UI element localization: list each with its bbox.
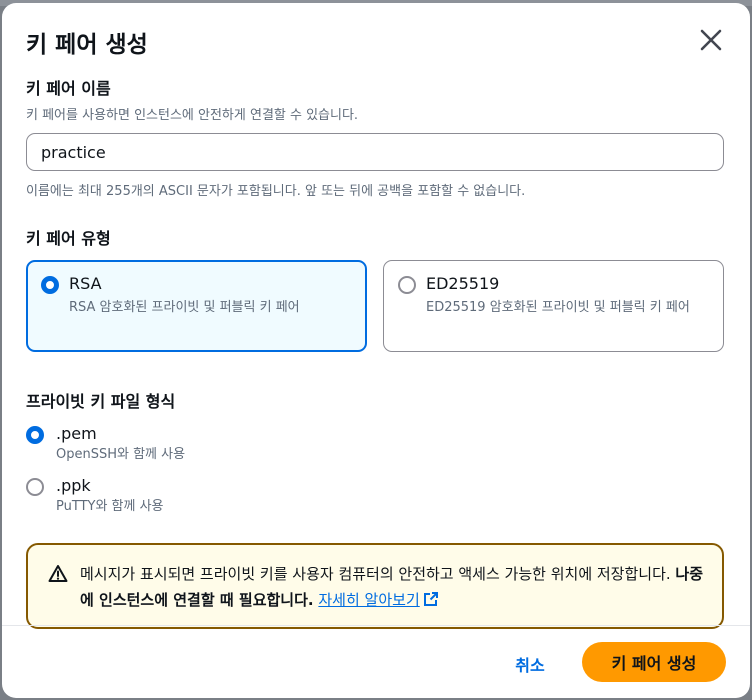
private-key-format-label: 프라이빗 키 파일 형식 — [26, 392, 176, 411]
key-pair-name-hint: 이름에는 최대 255개의 ASCII 문자가 포함됩니다. 앞 또는 뒤에 공… — [26, 184, 526, 199]
dialog-title: 키 페어 생성 — [26, 32, 148, 58]
pem-radio[interactable] — [26, 426, 44, 444]
key-pair-name-description: 키 페어를 사용하면 인스턴스에 안전하게 연결할 수 있습니다. — [26, 108, 359, 123]
key-pair-name-value: practice — [41, 142, 106, 162]
format-option-ppk[interactable]: .ppk PuTTY와 함께 사용 — [26, 476, 724, 516]
key-pair-name-label: 키 페어 이름 — [26, 79, 111, 98]
rsa-description: RSA 암호화된 프라이빗 및 퍼블릭 키 페어 — [69, 300, 300, 315]
key-pair-type-tiles: RSA RSA 암호화된 프라이빗 및 퍼블릭 키 페어 ED25519 ED2… — [26, 260, 724, 352]
format-option-pem[interactable]: .pem OpenSSH와 함께 사용 — [26, 424, 724, 464]
footer-divider — [2, 625, 750, 626]
alert-text: 메시지가 표시되면 프라이빗 키를 사용자 컴퓨터의 안전하고 액세스 가능한 … — [80, 565, 676, 583]
ed25519-title: ED25519 — [426, 274, 500, 293]
learn-more-link[interactable]: 자세히 알아보기 — [318, 591, 438, 609]
alert-message: 메시지가 표시되면 프라이빗 키를 사용자 컴퓨터의 안전하고 액세스 가능한 … — [80, 561, 704, 613]
rsa-radio[interactable] — [41, 276, 59, 294]
ppk-description: PuTTY와 함께 사용 — [56, 499, 164, 514]
ed25519-description: ED25519 암호화된 프라이빗 및 퍼블릭 키 페어 — [426, 300, 690, 315]
ppk-title: .ppk — [56, 476, 91, 495]
ppk-radio[interactable] — [26, 478, 44, 496]
rsa-title: RSA — [69, 274, 102, 293]
close-button[interactable] — [696, 25, 726, 55]
key-pair-name-input[interactable]: practice — [26, 133, 724, 171]
ed25519-radio[interactable] — [398, 276, 416, 294]
create-key-pair-dialog: 키 페어 생성 키 페어 이름 키 페어를 사용하면 인스턴스에 안전하게 연결… — [2, 3, 750, 698]
create-key-pair-button[interactable]: 키 페어 생성 — [582, 642, 726, 682]
pem-description: OpenSSH와 함께 사용 — [56, 447, 186, 462]
external-link-icon — [423, 592, 438, 606]
close-icon — [700, 29, 722, 51]
key-type-tile-rsa[interactable]: RSA RSA 암호화된 프라이빗 및 퍼블릭 키 페어 — [26, 260, 367, 352]
warning-icon — [48, 565, 68, 582]
pem-title: .pem — [56, 424, 97, 443]
dialog-header: 키 페어 생성 — [26, 21, 730, 61]
learn-more-label: 자세히 알아보기 — [318, 591, 420, 609]
key-pair-type-label: 키 페어 유형 — [26, 229, 111, 248]
cancel-button[interactable]: 취소 — [495, 645, 565, 683]
warning-alert: 메시지가 표시되면 프라이빗 키를 사용자 컴퓨터의 안전하고 액세스 가능한 … — [26, 543, 724, 629]
key-type-tile-ed25519[interactable]: ED25519 ED25519 암호화된 프라이빗 및 퍼블릭 키 페어 — [383, 260, 724, 352]
dialog-content: 키 페어 이름 키 페어를 사용하면 인스턴스에 안전하게 연결할 수 있습니다… — [26, 75, 724, 629]
